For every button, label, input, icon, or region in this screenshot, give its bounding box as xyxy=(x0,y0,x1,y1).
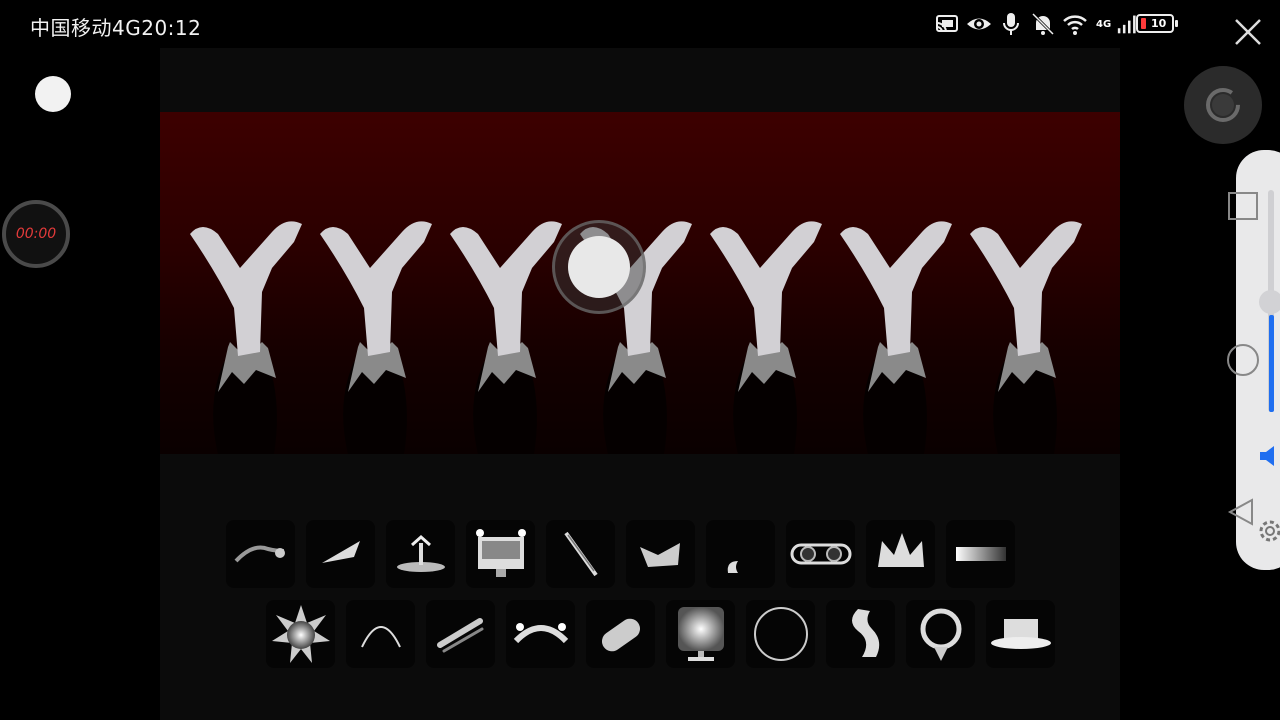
cast-icon xyxy=(936,15,958,33)
tool-palette-row-1 xyxy=(226,520,1015,588)
record-timer-label: 00:00 xyxy=(15,226,57,242)
wifi-icon xyxy=(1063,15,1087,35)
lamp-tool-button[interactable] xyxy=(666,600,735,668)
tool-palette-row-2 xyxy=(266,600,1055,668)
stage-character[interactable] xyxy=(320,221,432,454)
ring-tool-button[interactable] xyxy=(746,600,815,668)
stage-character[interactable] xyxy=(840,221,952,454)
star-burst-tool-button[interactable] xyxy=(266,600,335,668)
small-shape-tool-button[interactable] xyxy=(706,520,775,588)
volume-slider-fill xyxy=(1269,315,1274,412)
goggles-tool-button[interactable] xyxy=(786,520,855,588)
stage-character[interactable] xyxy=(970,221,1082,454)
battery-level: 10 xyxy=(1151,17,1167,30)
gradient-bar-tool-button[interactable] xyxy=(946,520,1015,588)
volume-slider-knob[interactable] xyxy=(1259,290,1280,314)
close-icon[interactable] xyxy=(1232,16,1264,48)
sword-tool-button[interactable] xyxy=(546,520,615,588)
network-type: 4G xyxy=(1096,18,1112,30)
hook-tool-button[interactable] xyxy=(826,600,895,668)
floating-ball-button[interactable] xyxy=(35,76,71,112)
medal-tool-button[interactable] xyxy=(906,600,975,668)
record-timer-button[interactable]: 00:00 xyxy=(2,200,70,268)
stage-character[interactable] xyxy=(190,221,302,454)
carrier-time-label: 中国移动4G20:12 xyxy=(30,16,202,40)
volume-icon[interactable] xyxy=(1258,444,1280,468)
crown-tool-button[interactable] xyxy=(866,520,935,588)
battery-icon: 10 xyxy=(1136,14,1178,33)
capsule-tool-button[interactable] xyxy=(586,600,655,668)
microphone-icon xyxy=(1003,13,1019,35)
eye-icon xyxy=(967,18,991,30)
status-bar: 中国移动4G20:12 4G 10 xyxy=(0,0,1280,48)
stage-top-bar xyxy=(160,48,1262,144)
battery-fill xyxy=(1141,18,1146,29)
blade-tool-button[interactable] xyxy=(306,520,375,588)
swoosh-tool-button[interactable] xyxy=(226,520,295,588)
monitor-tool-button[interactable] xyxy=(466,520,535,588)
refresh-button[interactable] xyxy=(1184,66,1262,144)
home-button[interactable] xyxy=(1227,344,1259,376)
stage-character[interactable] xyxy=(710,221,822,454)
arc-tool-button[interactable] xyxy=(346,600,415,668)
fountain-tool-button[interactable] xyxy=(386,520,455,588)
gear-icon[interactable] xyxy=(1254,516,1280,546)
bird-tool-button[interactable] xyxy=(626,520,695,588)
recent-apps-button[interactable] xyxy=(1228,192,1258,220)
crab-claw-tool-button[interactable] xyxy=(506,600,575,668)
status-icons: 4G xyxy=(934,10,1139,38)
hat-tool-button[interactable] xyxy=(986,600,1055,668)
mute-bell-icon xyxy=(1031,12,1055,36)
touch-pointer-indicator xyxy=(552,220,646,314)
refresh-icon xyxy=(1206,88,1240,122)
stage-character[interactable] xyxy=(450,221,562,454)
slash-tool-button[interactable] xyxy=(426,600,495,668)
